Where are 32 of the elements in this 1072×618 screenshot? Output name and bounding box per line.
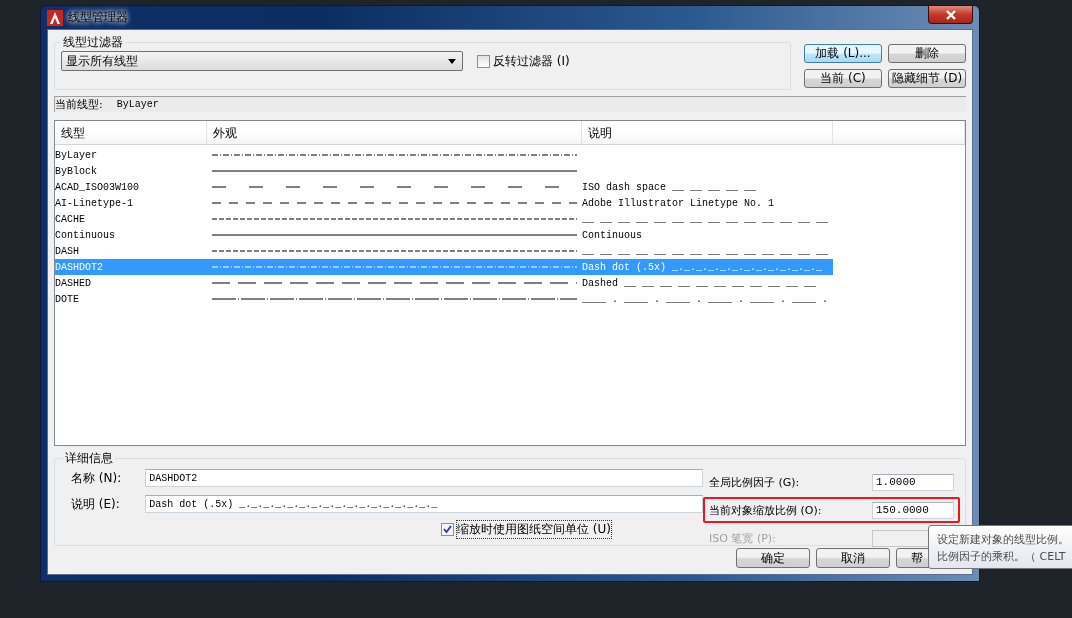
- linetype-name: DASHDOT2: [55, 261, 104, 273]
- tooltip-text: 设定新建对象的线型比例。: [937, 532, 1070, 548]
- linetype-description: __ __ __ __ __ __ __ __ __ __ __ __ __ __: [582, 213, 830, 225]
- checkbox-label: 缩放时使用图纸空间单位 (U): [457, 521, 611, 538]
- group-label: 线型过滤器: [62, 34, 124, 51]
- linetype-name: DASH: [55, 245, 80, 257]
- linetype-description: __ __ __ __ __ __ __ __ __ __ __ __ __ __: [582, 245, 830, 257]
- field-label: ISO 笔宽 (P):: [709, 530, 776, 546]
- linetype-name: ByBlock: [55, 165, 98, 177]
- linetype-name: CACHE: [55, 213, 86, 225]
- current-linetype-value: ByLayer: [116, 99, 159, 110]
- linetype-name: Continuous: [55, 229, 116, 241]
- linetype-name: AI-Linetype-1: [55, 197, 134, 209]
- group-label: 详细信息: [64, 450, 114, 467]
- linetype-description: Dash dot (.5x) _._._._._._._._._._._._._: [582, 261, 824, 273]
- window-title: 线型管理器: [68, 9, 128, 26]
- linetype-name: DOTE: [55, 293, 80, 305]
- linetype-name: ByLayer: [55, 149, 98, 161]
- current-linetype-label: 当前线型:: [55, 97, 103, 112]
- checkbox-label: 反转过滤器 (I): [493, 52, 570, 70]
- linetype-description: ____ . ____ . ____ . ____ . ____ . ____ .: [582, 293, 830, 305]
- linetype-name: ACAD_ISO03W100: [55, 181, 140, 193]
- linetype-name: DASHED: [55, 277, 92, 289]
- linetype-description: Adobe Illustrator Linetype No. 1: [582, 197, 776, 209]
- field-label: 当前对象缩放比例 (O):: [709, 502, 822, 518]
- field-label: 名称 (N):: [70, 469, 123, 487]
- field-label: 说明 (E):: [70, 495, 121, 513]
- field-label: 全局比例因子 (G):: [709, 474, 800, 490]
- linetype-description: Dashed __ __ __ __ __ __ __ __ __ __ __: [582, 277, 818, 289]
- linetype-description: ISO dash space __ __ __ __ __: [582, 181, 758, 193]
- linetype-description: Continuous: [582, 229, 643, 241]
- tooltip-text: 比例因子的乘积。（ CELT: [937, 549, 1067, 565]
